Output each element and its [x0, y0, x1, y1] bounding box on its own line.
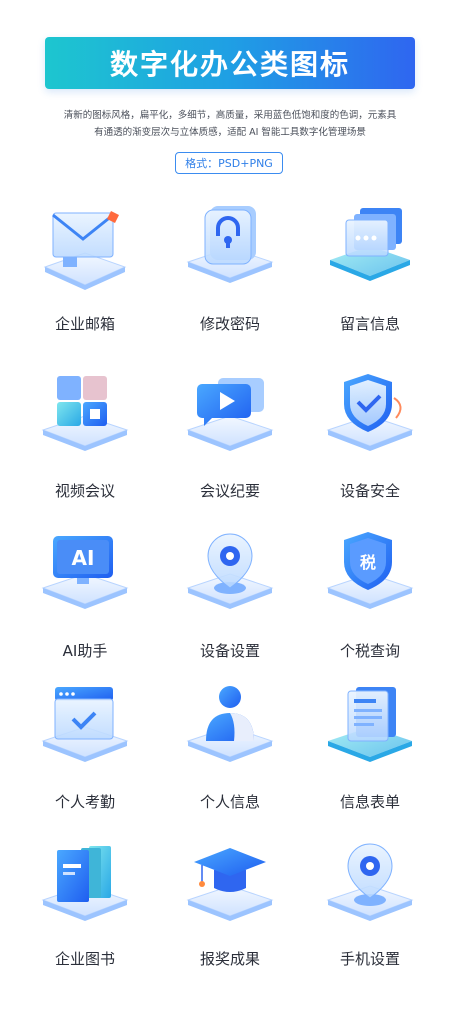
icon-card-ai-assistant[interactable]: AI AI助手 [20, 530, 150, 680]
lock-icon [186, 206, 274, 283]
message-cards-icon [330, 208, 410, 281]
label-achievement: 报奖成果 [199, 950, 260, 968]
page-title: 数字化办公类图标 [109, 48, 350, 81]
label-minutes: 会议纪要 [199, 482, 260, 500]
label-device-security: 设备安全 [339, 482, 400, 500]
label-info-form: 信息表单 [339, 793, 400, 811]
label-tax-query: 个税查询 [339, 642, 400, 660]
browser-check-icon [41, 687, 129, 762]
label-attendance: 个人考勤 [54, 793, 115, 811]
user-icon [186, 686, 274, 762]
icon-card-attendance[interactable]: 个人考勤 [20, 683, 150, 833]
play-bubble-icon [186, 378, 274, 451]
icon-card-message[interactable]: 留言信息 [305, 200, 435, 350]
label-ai-assistant: AI助手 [62, 642, 108, 660]
video-grid-icon [41, 376, 129, 451]
icon-card-password[interactable]: 修改密码 [165, 200, 295, 350]
icon-card-achievement[interactable]: 报奖成果 [165, 840, 295, 990]
icon-card-device-security[interactable]: 设备安全 [305, 370, 435, 520]
description: 清新的图标风格，扁平化，多细节，高质量，采用蓝色低饱和度的色调，元素具 有通透的… [30, 107, 430, 141]
icon-card-device-settings[interactable]: 设备设置 [165, 530, 295, 680]
label-video-meeting: 视频会议 [54, 482, 115, 500]
gear-pin-icon [326, 843, 414, 921]
icon-card-info-form[interactable]: 信息表单 [305, 683, 435, 833]
description-line-1: 清新的图标风格，扁平化，多细节，高质量，采用蓝色低饱和度的色调，元素具 [63, 110, 397, 121]
graduation-cap-icon [186, 848, 274, 921]
label-mail: 企业邮箱 [54, 315, 115, 333]
tax-shield-icon: 税 [326, 532, 414, 609]
icon-card-books[interactable]: 企业图书 [20, 840, 150, 990]
icon-card-tax-query[interactable]: 税 个税查询 [305, 530, 435, 680]
ai-monitor-icon: AI [41, 536, 129, 609]
format-badge: 格式：PSD+PNG [175, 152, 283, 174]
label-personal-info: 个人信息 [199, 793, 260, 811]
icon-card-video-meeting[interactable]: 视频会议 [20, 370, 150, 520]
envelope-icon [43, 211, 127, 290]
icon-card-phone-settings[interactable]: 手机设置 [305, 840, 435, 990]
books-icon [41, 846, 129, 921]
title-banner: 数字化办公类图标 [45, 37, 415, 89]
description-line-2: 有通透的渐变层次与立体质感，适配 AI 智能工具数字化管理场景 [94, 127, 366, 138]
label-books: 企业图书 [54, 950, 115, 968]
icon-card-mail[interactable]: 企业邮箱 [20, 205, 150, 355]
svg-text:AI: AI [72, 546, 95, 570]
shield-check-icon [326, 374, 414, 451]
label-phone-settings: 手机设置 [339, 950, 400, 968]
icon-card-personal-info[interactable]: 个人信息 [165, 683, 295, 833]
label-message: 留言信息 [339, 315, 400, 333]
document-form-icon [328, 687, 412, 762]
label-device-settings: 设备设置 [199, 642, 260, 660]
label-password: 修改密码 [199, 315, 260, 333]
svg-text:税: 税 [360, 553, 376, 572]
gear-pin-icon [186, 533, 274, 609]
icon-card-minutes[interactable]: 会议纪要 [165, 370, 295, 520]
